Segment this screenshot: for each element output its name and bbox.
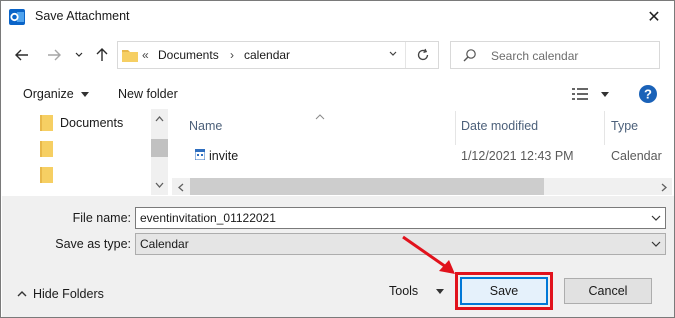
scroll-right-icon[interactable] [655,179,672,195]
tree-item-label: Documents [60,116,124,130]
column-name[interactable]: Name [189,119,222,133]
tree-item-documents[interactable]: Documents [40,113,160,133]
folder-icon [122,48,138,65]
recent-locations-button[interactable] [73,46,85,64]
chevron-down-icon[interactable] [651,212,661,226]
cancel-button[interactable]: Cancel [564,278,652,304]
tree-item-folder[interactable] [40,139,160,159]
navigation-pane: Documents [2,109,171,195]
help-button[interactable]: ? [639,85,657,106]
search-icon [463,48,477,65]
refresh-icon [417,48,428,61]
column-divider[interactable] [455,111,456,145]
tree-item-folder[interactable] [40,165,160,185]
chevron-down-icon [389,51,397,56]
search-box[interactable]: Search calendar [450,41,660,69]
breadcrumb-separator: › [230,48,234,62]
chevron-down-icon [75,52,83,57]
command-bar: Organize New folder ? [2,81,674,107]
annotation-arrow-icon [402,235,455,274]
back-button[interactable] [13,46,31,64]
search-input[interactable]: Search calendar [491,49,578,63]
up-arrow-icon [96,48,108,61]
tools-button[interactable]: Tools [389,284,444,298]
column-type[interactable]: Type [611,119,638,133]
date-modified-cell: 1/12/2021 12:43 PM [461,149,574,163]
chevron-down-icon [651,238,661,252]
tree-scrollbar[interactable] [151,109,168,195]
help-icon: ? [639,85,657,103]
close-button[interactable]: ✕ [634,1,674,33]
breadcrumb-overflow[interactable]: « [142,48,149,62]
forward-button[interactable] [45,46,63,64]
caret-down-icon [601,92,610,97]
column-date-modified[interactable]: Date modified [461,119,538,133]
forward-arrow-icon [48,49,61,61]
back-arrow-icon [15,49,28,61]
refresh-button[interactable] [405,42,439,68]
file-list: Name Date modified Type invite 1/12/2021… [173,109,673,179]
save-attachment-dialog: Save Attachment ✕ « Documents › calendar [0,0,675,318]
scrollbar-thumb[interactable] [190,178,544,195]
file-list-scrollbar[interactable] [172,178,672,195]
address-dropdown[interactable] [388,48,398,62]
caret-down-icon [435,288,444,294]
sort-ascending-icon [315,109,325,123]
svg-text:?: ? [644,87,652,102]
view-options-button[interactable] [572,87,610,104]
close-icon: ✕ [647,9,661,26]
file-name-field[interactable]: eventinvitation_01122021 [135,207,666,229]
folder-icon [40,141,53,157]
file-name-value: eventinvitation_01122021 [140,211,276,225]
file-name-cell: invite [209,149,239,163]
save-button[interactable]: Save [460,277,548,305]
organize-button[interactable]: Organize [23,87,90,101]
breadcrumb-documents[interactable]: Documents [158,48,219,62]
scroll-down-icon[interactable] [151,177,168,193]
organize-label: Organize [23,87,74,101]
scroll-up-icon[interactable] [151,111,168,127]
hide-folders-label: Hide Folders [33,287,104,301]
title-bar: Save Attachment ✕ [1,1,674,33]
type-cell: Calendar [611,149,662,163]
details-view-icon [572,88,588,100]
scrollbar-thumb[interactable] [151,139,168,157]
calendar-file-icon [194,148,206,163]
caret-down-icon [81,91,90,97]
window-title: Save Attachment [35,9,130,23]
folder-icon [40,167,53,183]
folder-icon [40,115,53,131]
new-folder-button[interactable]: New folder [118,87,178,101]
outlook-icon [9,9,25,25]
address-bar[interactable]: « Documents › calendar [117,41,439,69]
save-as-type-value: Calendar [140,237,189,251]
save-as-type-label: Save as type: [55,237,131,251]
tools-label: Tools [389,284,419,298]
file-name-label: File name: [72,211,131,225]
up-button[interactable] [93,46,111,64]
table-row[interactable]: invite 1/12/2021 12:43 PM Calendar [173,147,673,167]
column-divider[interactable] [604,111,605,145]
breadcrumb-calendar[interactable]: calendar [244,48,290,62]
scroll-left-icon[interactable] [172,179,189,195]
hide-folders-button[interactable]: Hide Folders [17,287,104,301]
chevron-up-icon [17,291,27,297]
